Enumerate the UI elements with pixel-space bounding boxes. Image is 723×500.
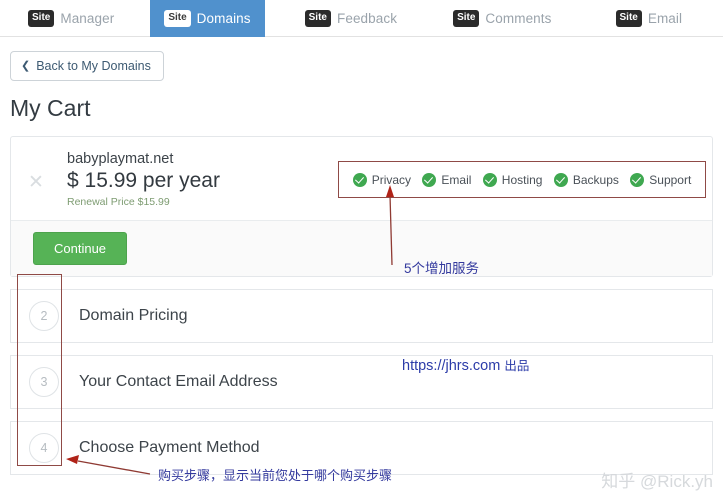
step-label: Your Contact Email Address — [79, 373, 278, 390]
step-number: 4 — [29, 433, 59, 463]
cart-card-footer: Continue — [11, 220, 712, 276]
cart-item: ✕ babyplaymat.net $ 15.99 per year Renew… — [11, 137, 712, 220]
check-circle-icon — [352, 172, 367, 187]
service-backups: Backups — [553, 172, 619, 187]
service-label: Support — [649, 172, 692, 187]
back-button-label: Back to My Domains — [36, 59, 151, 73]
site-badge-icon: Site — [615, 10, 642, 27]
checkout-steps: 2 Domain Pricing 3 Your Contact Email Ad… — [10, 289, 713, 475]
close-x-icon[interactable]: ✕ — [23, 173, 49, 192]
site-badge-icon: Site — [453, 10, 480, 27]
step-label: Choose Payment Method — [79, 439, 260, 456]
domain-name: babyplaymat.net — [67, 151, 174, 167]
tab-feedback[interactable]: Site Feedback — [291, 0, 411, 37]
tab-email-label: Email — [647, 11, 683, 26]
tab-email[interactable]: Site Email — [602, 0, 697, 37]
site-badge-icon: Site — [164, 10, 191, 27]
step-row-domain-pricing[interactable]: 2 Domain Pricing — [10, 289, 713, 343]
tab-domains-label: Domains — [196, 11, 251, 26]
step-number: 2 — [29, 301, 59, 331]
service-support: Support — [630, 172, 692, 187]
domain-price: $ 15.99 per year — [67, 169, 220, 192]
check-circle-icon — [422, 172, 437, 187]
back-to-my-domains-button[interactable]: ❮ Back to My Domains — [10, 51, 164, 81]
check-circle-icon — [482, 172, 497, 187]
tab-feedback-label: Feedback — [336, 11, 398, 26]
tab-comments-label: Comments — [485, 11, 552, 26]
check-circle-icon — [630, 172, 645, 187]
service-label: Backups — [572, 172, 619, 187]
service-email: Email — [422, 172, 472, 187]
step-number: 3 — [29, 367, 59, 397]
tab-manager-label: Manager — [60, 11, 115, 26]
tab-manager[interactable]: Site Manager — [14, 0, 128, 37]
site-badge-icon: Site — [28, 10, 55, 27]
page-content: ❮ Back to My Domains My Cart ✕ babyplaym… — [0, 37, 723, 475]
tab-domains[interactable]: Site Domains — [150, 0, 265, 37]
renewal-price: Renewal Price $15.99 — [67, 196, 170, 208]
check-circle-icon — [553, 172, 568, 187]
site-badge-icon: Site — [304, 10, 331, 27]
step-label: Domain Pricing — [79, 307, 188, 324]
chevron-left-icon: ❮ — [21, 59, 31, 72]
cart-card: ✕ babyplaymat.net $ 15.99 per year Renew… — [10, 136, 713, 277]
step-row-contact-email[interactable]: 3 Your Contact Email Address — [10, 355, 713, 409]
step-row-payment-method[interactable]: 4 Choose Payment Method — [10, 421, 713, 475]
service-label: Privacy — [371, 172, 412, 187]
service-privacy: Privacy — [352, 172, 412, 187]
service-label: Email — [441, 172, 472, 187]
included-services-box: Privacy Email Hosting Backups Support — [338, 161, 706, 198]
cart-item-info: babyplaymat.net $ 15.99 per year Renewal… — [49, 151, 220, 208]
site-tabbar: Site Manager Site Domains Site Feedback … — [0, 0, 723, 37]
tab-comments[interactable]: Site Comments — [439, 0, 565, 37]
continue-button[interactable]: Continue — [33, 232, 128, 265]
service-hosting: Hosting — [482, 172, 543, 187]
page-title: My Cart — [10, 95, 91, 121]
service-label: Hosting — [501, 172, 543, 187]
